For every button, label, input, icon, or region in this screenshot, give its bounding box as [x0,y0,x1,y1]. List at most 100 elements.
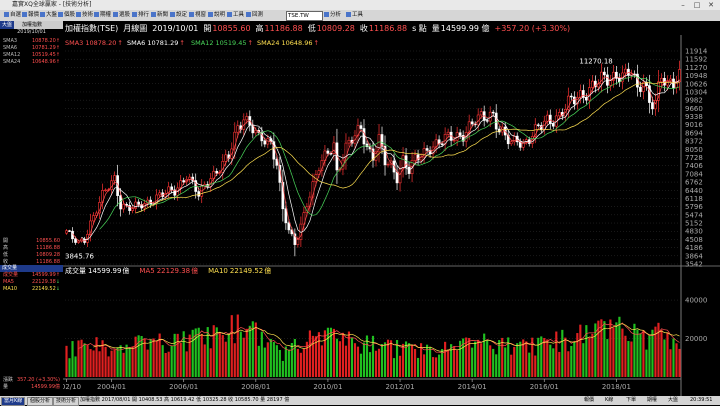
volume-bar [233,343,236,377]
price-volume-chart[interactable]: 1191411592112701094810626103049982966093… [52,21,720,396]
header-date: 2019/10/01 [152,24,198,33]
volume-bar [588,337,591,377]
volume-bar [591,333,594,377]
volume-bar [89,349,92,377]
menu-icon [227,12,232,17]
volume-bar [86,345,89,377]
status-right-4[interactable]: 大盤 [668,396,678,405]
header-vol-label: 量 [432,24,440,33]
menu-item-0[interactable]: 自選 [4,11,21,20]
maximize-button[interactable]: □ [690,0,704,10]
candle-body [494,112,498,130]
volume-bar [155,341,158,377]
volume-label: MA5 [3,279,14,285]
volume-bar [239,331,242,377]
price-tick-label: 11592 [685,56,707,64]
volume-bar [341,332,345,377]
menu-item-1[interactable]: 報價 [22,11,39,20]
left-info-panel: 大盤 加權指數 2019/10/01 SMA3 10878.20↑ SMA6 1078… [0,21,64,396]
symbol-input[interactable]: TSE.TW [286,11,323,21]
menu-icon [170,12,175,17]
volume-bar [492,348,495,377]
candle-body [188,176,192,180]
status-right-0[interactable]: 報價 [584,396,594,405]
candle-body [572,96,576,105]
volume-bar [651,329,654,377]
price-tick-label: 9338 [685,113,703,121]
volume-bar [438,354,441,377]
price-tick-label: 6118 [685,195,703,203]
candle-body [128,205,131,211]
volume-label: MA10 [3,286,18,292]
left-tabs: 大盤 加權指數 [0,21,63,29]
chart-area[interactable]: 11914 11592 11270 10948 10626 10304 9982 9660 93… [52,21,720,396]
up-arrow-icon: ↑ [247,39,252,47]
volume-bar [633,323,636,377]
menu-item-2[interactable]: 大盤 [40,11,57,20]
volume-bar [540,336,543,377]
volume-bar [92,350,95,377]
menu-item-3[interactable]: 個股 [58,11,75,20]
status-right-3[interactable]: 期權 [647,396,657,405]
ma-row: SMA6 10781.29↑ [1,45,62,52]
menu-item-7[interactable]: 排行 [132,11,149,20]
ma-label: SMA3 [3,38,18,44]
tab-weighted-index[interactable]: 加權指數 [20,21,44,29]
window-titlebar: 嘉實XQ全球贏家 - [技術分析] – □ ✕ [0,0,720,10]
menu-item-6[interactable]: 選股 [113,11,130,20]
tab-market[interactable]: 大盤 [0,21,15,29]
menu-right-item-0[interactable]: 分析 [324,11,341,20]
close-button[interactable]: ✕ [704,0,718,10]
legend-value: 10781.29 [147,39,178,47]
menu-item-label: 視窗 [195,12,207,18]
ma-value-text: 10519.45 [31,52,56,58]
menu-item-5[interactable]: 期權 [94,11,111,20]
candle-body [488,111,492,122]
menu-right-item-1[interactable]: 工具 [346,11,363,20]
volume-bar [68,358,71,377]
menu-item-10[interactable]: 視窗 [189,11,206,20]
volume-unit: 億 [122,266,129,275]
volume-bar [534,355,537,377]
up-arrow-icon: ↑ [55,45,60,51]
candle-body [452,139,456,142]
volume-bar [392,358,396,377]
volume-bar [525,341,528,377]
header-close: 11186.88 [369,24,407,33]
price-tick-label: 7084 [685,170,703,178]
status-right-2[interactable]: 下單 [626,396,636,405]
volume-bar [299,352,302,377]
menu-item-11[interactable]: 說明 [208,11,225,20]
menu-item-9[interactable]: 設定 [170,11,187,20]
volume-bar [98,351,101,377]
volume-bar [669,349,672,377]
volume-row: MA5 22129.38↓ [1,279,62,286]
menu-item-8[interactable]: 新聞 [151,11,168,20]
menu-icon [151,12,156,17]
volume-header-line: 成交量 14599.99億 MA5 22129.38億 MA10 22149.52億 [65,266,271,275]
header-low: 10809.28 [317,24,355,33]
volume-bar [65,345,68,377]
candle-body [365,143,369,148]
statusbar: 加權指數 2017/08/01 開 10408.53 高 10619.42 低 … [0,396,720,406]
volume-bar [236,314,239,377]
volume-bar [471,347,474,377]
candle-body [326,150,330,154]
volume-bar [77,340,80,377]
legend-value: 10648.96 [281,39,312,47]
volume-bar [272,342,275,377]
volume-bar [224,341,227,377]
menu-item-4[interactable]: 技術 [76,11,93,20]
menu-item-12[interactable]: 工具 [227,11,244,20]
volume-bar [639,333,642,377]
arrow-icon: ↓ [55,279,60,285]
menu-item-13[interactable]: 回測 [246,11,263,20]
ma-legend-sma6: SMA6 10781.29↑ [127,39,185,47]
chart-header: 加權指數(TSE) 月線圖 2019/10/01 開10855.60 高11186.88… [65,23,570,33]
minimize-button[interactable]: – [676,0,690,10]
volume-bar [296,348,299,377]
volume-bar [122,352,125,377]
candle-body [77,240,80,243]
status-right-1[interactable]: K線 [605,396,613,405]
candle-body [254,129,258,134]
